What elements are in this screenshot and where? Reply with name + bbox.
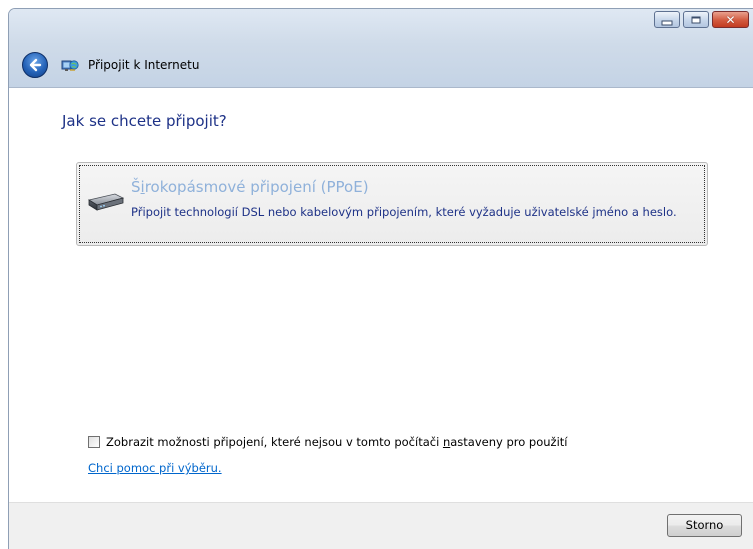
window-controls: ✕ [654, 11, 749, 28]
window-title: Připojit k Internetu [88, 58, 200, 72]
back-arrow-icon [29, 58, 42, 72]
cancel-button[interactable]: Storno [667, 514, 742, 537]
close-button[interactable]: ✕ [712, 11, 749, 28]
content-area: Jak se chcete připojit? Širokopásmové př… [9, 88, 753, 502]
help-choosing-link[interactable]: Chci pomoc při výběru. [88, 461, 222, 475]
page-heading: Jak se chcete připojit? [62, 112, 227, 130]
maximize-icon [691, 16, 701, 23]
minimize-button[interactable] [654, 11, 680, 28]
show-unconfigured-checkbox[interactable] [88, 436, 100, 448]
broadband-pppoe-option[interactable]: Širokopásmové připojení (PPoE) Připojit … [76, 162, 708, 246]
network-globe-icon [61, 60, 79, 71]
dialog-footer: Storno [9, 502, 753, 549]
show-unconfigured-label[interactable]: Zobrazit možnosti připojení, které nejso… [106, 435, 568, 449]
minimize-icon [661, 20, 673, 25]
dialog-window: ✕ Připojit k Internetu Jak se chcete při… [8, 8, 753, 549]
modem-icon [87, 193, 125, 211]
title-bar: ✕ Připojit k Internetu [9, 9, 753, 88]
option-title: Širokopásmové připojení (PPoE) [131, 178, 369, 196]
close-icon: ✕ [725, 12, 736, 27]
show-unconfigured-connections-row: Zobrazit možnosti připojení, které nejso… [88, 435, 568, 449]
back-button[interactable] [22, 52, 48, 78]
maximize-button[interactable] [683, 11, 709, 28]
option-description: Připojit technologií DSL nebo kabelovým … [131, 205, 677, 219]
